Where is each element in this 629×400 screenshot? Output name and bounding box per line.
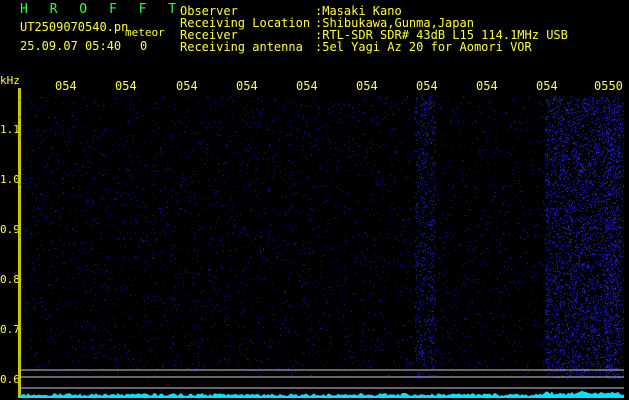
x-tick-label: 0550	[594, 79, 623, 93]
x-tick-label: 054	[476, 79, 498, 93]
y-axis-unit-label: kHz	[0, 74, 20, 87]
y-tick-label: 0.9	[0, 223, 20, 236]
x-tick-label: 054	[55, 79, 77, 93]
date-time: 25.09.07 05:40	[20, 39, 122, 53]
info-value-antenna: :5el Yagi Az 20 for Aomori VOR	[315, 40, 532, 54]
y-tick-label: 0.8	[0, 273, 20, 286]
spectrogram-noise	[20, 96, 624, 379]
frequency-guides	[20, 369, 624, 389]
app-title: H R O F F T	[20, 2, 184, 17]
spectrogram	[20, 96, 624, 398]
x-tick-label: 054	[236, 79, 258, 93]
x-tick-label: 054	[296, 79, 318, 93]
x-tick-label: 054	[115, 79, 137, 93]
signal-trace	[20, 390, 624, 398]
x-tick-label: 054	[356, 79, 378, 93]
mode-label: meteor	[125, 26, 165, 39]
x-tick-label: 054	[176, 79, 198, 93]
x-tick-label: 054	[416, 79, 438, 93]
info-key-antenna: Receiving antenna	[180, 40, 303, 54]
detection-count: 0	[140, 39, 148, 53]
x-tick-label: 054	[536, 79, 558, 93]
y-tick-label: 1.1	[0, 123, 20, 136]
y-tick-label: 0.7	[0, 323, 20, 336]
y-tick-label: 1.0	[0, 173, 20, 186]
file-name: UT2509070540.pn	[20, 20, 129, 34]
y-tick-label: 0.6	[0, 373, 20, 386]
